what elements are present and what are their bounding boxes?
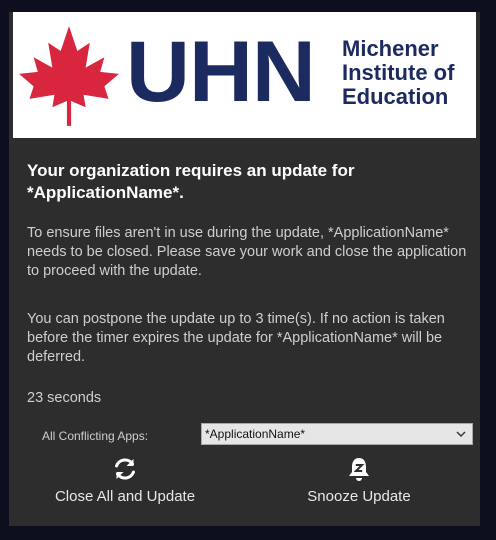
postpone-message: You can postpone the update up to 3 time… (27, 311, 445, 365)
chevron-down-icon (456, 431, 466, 437)
refresh-icon (115, 458, 135, 480)
conflicting-apps-selected: *ApplicationName* (205, 427, 306, 441)
snooze-update-button[interactable]: Snooze Update (289, 456, 429, 505)
institute-name: Michener Institute of Education (342, 37, 454, 109)
institute-line-3: Education (342, 84, 449, 109)
snooze-label: Snooze Update (307, 488, 411, 505)
close-app-message: To ensure files aren't in use during the… (27, 225, 467, 279)
conflicting-apps-dropdown[interactable]: *ApplicationName* (201, 423, 473, 445)
screen: UHN Michener Institute of Education Your… (0, 0, 496, 540)
institute-line-1: Michener (342, 36, 439, 61)
uhn-logo-text: UHN (126, 24, 316, 120)
close-all-and-update-button[interactable]: Close All and Update (39, 456, 211, 505)
conflicting-apps-label: All Conflicting Apps: (42, 429, 149, 443)
maple-leaf-logo-icon (19, 26, 119, 126)
update-dialog: UHN Michener Institute of Education Your… (9, 12, 480, 526)
snooze-bell-icon (349, 458, 369, 481)
countdown-timer: 23 seconds (27, 390, 102, 406)
dialog-title: Your organization requires an update for… (27, 161, 355, 202)
brand-banner: UHN Michener Institute of Education (13, 12, 476, 138)
close-all-label: Close All and Update (54, 488, 196, 505)
institute-line-2: Institute of (342, 60, 455, 85)
